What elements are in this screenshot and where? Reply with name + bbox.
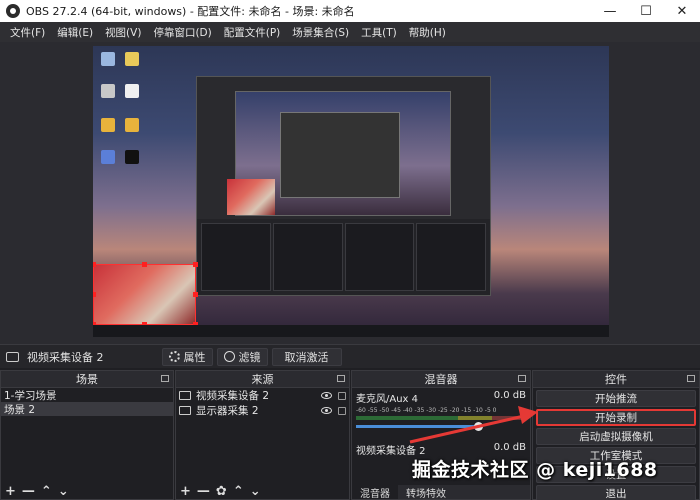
menu-file[interactable]: 文件(F) xyxy=(4,25,51,40)
resize-handle[interactable] xyxy=(193,262,198,267)
move-up-icon[interactable]: ⌃ xyxy=(41,484,52,499)
tab-transitions[interactable]: 转场特效 xyxy=(398,485,454,500)
eye-icon[interactable] xyxy=(321,392,332,399)
mixer-header: 混音器 xyxy=(352,371,530,388)
move-down-icon[interactable]: ⌄ xyxy=(58,484,69,499)
lock-icon[interactable] xyxy=(338,406,346,415)
menu-view[interactable]: 视图(V) xyxy=(99,25,147,40)
menu-edit[interactable]: 编辑(E) xyxy=(51,25,99,40)
start-streaming-button[interactable]: 开始推流 xyxy=(536,390,696,407)
deactivate-button[interactable]: 取消激活 xyxy=(271,347,342,366)
window-title: OBS 27.2.4 (64-bit, windows) - 配置文件: 未命名… xyxy=(26,5,355,18)
gear-icon xyxy=(168,351,180,362)
windows-taskbar xyxy=(93,325,609,337)
start-virtual-camera-button[interactable]: 启动虚拟摄像机 xyxy=(536,428,696,445)
controls-header: 控件 xyxy=(533,371,699,388)
exit-button[interactable]: 退出 xyxy=(536,485,696,500)
desktop-icon xyxy=(101,52,115,66)
scene-item-selected[interactable]: 场景 2 xyxy=(1,402,173,416)
channel-name: 麦克风/Aux 4 xyxy=(356,394,419,405)
scenes-toolbar: + — ⌃ ⌄ xyxy=(1,484,173,499)
mixer-channel: 麦克风/Aux 4 0.0 dB -60 -55 -50 -45 -40 -35… xyxy=(352,388,530,431)
lock-icon[interactable] xyxy=(338,391,346,400)
desktop-icon xyxy=(125,118,139,132)
sources-toolbar: + — ✿ ⌃ ⌄ xyxy=(176,484,349,499)
menu-tools[interactable]: 工具(T) xyxy=(355,25,403,40)
resize-handle[interactable] xyxy=(142,262,147,267)
camera-icon xyxy=(6,351,19,362)
source-item[interactable]: 显示器采集 2 xyxy=(176,403,349,418)
desktop-icon xyxy=(125,84,139,98)
menu-scene-collection[interactable]: 场景集合(S) xyxy=(286,25,355,40)
minimize-button[interactable]: — xyxy=(592,0,628,22)
menu-help[interactable]: 帮助(H) xyxy=(403,25,452,40)
remove-icon[interactable]: — xyxy=(22,484,35,499)
undock-icon[interactable] xyxy=(337,375,345,382)
obs-logo-icon xyxy=(6,4,20,18)
webcam-source[interactable] xyxy=(93,264,196,325)
channel-db: 0.0 dB xyxy=(493,390,526,401)
window-controls: — ☐ ✕ xyxy=(592,0,700,22)
eye-icon[interactable] xyxy=(321,407,332,414)
title-bar: OBS 27.2.4 (64-bit, windows) - 配置文件: 未命名… xyxy=(0,0,700,22)
scene-item[interactable]: 1-学习场景 xyxy=(1,388,173,402)
move-up-icon[interactable]: ⌃ xyxy=(233,484,244,499)
close-button[interactable]: ✕ xyxy=(664,0,700,22)
monitor-icon xyxy=(179,391,191,400)
scenes-dock: 场景 1-学习场景 场景 2 + — ⌃ ⌄ xyxy=(0,370,174,500)
desktop-icon xyxy=(101,84,115,98)
resize-handle[interactable] xyxy=(93,262,96,267)
filters-button[interactable]: 滤镜 xyxy=(216,347,268,366)
desktop-icon xyxy=(101,150,115,164)
nested-preview-2 xyxy=(280,112,400,198)
monitor-icon xyxy=(179,406,191,415)
scenes-header: 场景 xyxy=(1,371,173,388)
remove-icon[interactable]: — xyxy=(197,484,210,499)
filter-icon xyxy=(223,351,235,362)
desktop-icon xyxy=(125,150,139,164)
watermark: 掘金技术社区 @ keji1688 xyxy=(412,459,658,481)
meter-scale: -60 -55 -50 -45 -40 -35 -30 -25 -20 -15 … xyxy=(356,407,497,414)
add-icon[interactable]: + xyxy=(180,484,191,499)
mixer-tabs: 混音器 转场特效 xyxy=(352,485,530,500)
undock-icon[interactable] xyxy=(687,375,695,382)
menu-bar: 文件(F) 编辑(E) 视图(V) 停靠窗口(D) 配置文件(P) 场景集合(S… xyxy=(0,22,700,42)
sources-dock: 来源 视频采集设备 2 显示器采集 2 + — ✿ ⌃ ⌄ xyxy=(175,370,350,500)
volume-slider[interactable] xyxy=(356,422,484,431)
undock-icon[interactable] xyxy=(161,375,169,382)
tab-mixer[interactable]: 混音器 xyxy=(352,485,398,500)
sources-header: 来源 xyxy=(176,371,349,388)
preview-canvas[interactable] xyxy=(93,46,609,337)
nested-panels xyxy=(197,219,490,295)
menu-profile[interactable]: 配置文件(P) xyxy=(218,25,287,40)
start-recording-button[interactable]: 开始录制 xyxy=(536,409,696,426)
source-toolbar: 视频采集设备 2 属性 滤镜 取消激活 xyxy=(0,344,700,368)
nested-webcam xyxy=(227,179,275,215)
nested-obs-window xyxy=(196,76,491,296)
preview-area[interactable] xyxy=(0,42,700,344)
desktop-icon xyxy=(125,52,139,66)
volume-meter xyxy=(356,416,526,420)
resize-handle[interactable] xyxy=(93,292,96,297)
move-down-icon[interactable]: ⌄ xyxy=(250,484,261,499)
add-icon[interactable]: + xyxy=(5,484,16,499)
source-item[interactable]: 视频采集设备 2 xyxy=(176,388,349,403)
gear-icon[interactable]: ✿ xyxy=(216,484,227,499)
maximize-button[interactable]: ☐ xyxy=(628,0,664,22)
selected-source-name: 视频采集设备 2 xyxy=(27,350,104,364)
properties-button[interactable]: 属性 xyxy=(161,347,213,366)
resize-handle[interactable] xyxy=(193,292,198,297)
desktop-icon xyxy=(101,118,115,132)
undock-icon[interactable] xyxy=(518,375,526,382)
menu-docks[interactable]: 停靠窗口(D) xyxy=(147,25,217,40)
